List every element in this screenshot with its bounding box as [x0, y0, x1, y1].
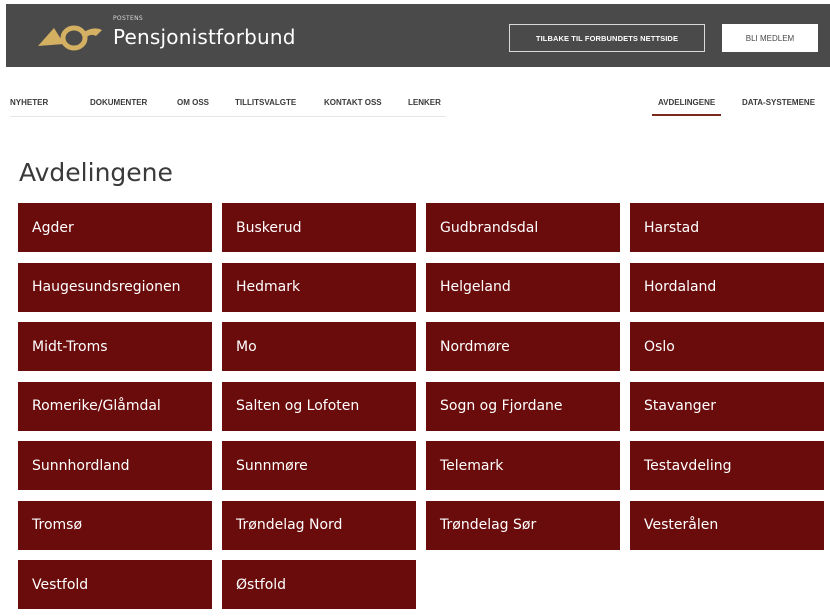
department-tile[interactable]: Stavanger — [630, 381, 824, 431]
department-tile[interactable]: Salten og Lofoten — [222, 381, 416, 431]
department-tile[interactable]: Sogn og Fjordane — [426, 381, 620, 431]
department-tile[interactable]: Sunnmøre — [222, 441, 416, 490]
department-tile[interactable]: Agder — [18, 203, 212, 252]
department-tile[interactable]: Trøndelag Nord — [222, 500, 416, 550]
brand-name[interactable]: Pensjonistforbund — [113, 25, 296, 49]
department-tile[interactable]: Haugesundsregionen — [18, 262, 212, 312]
department-tile[interactable]: Vesterålen — [630, 500, 824, 550]
department-tile[interactable]: Oslo — [630, 322, 824, 371]
department-tile[interactable]: Midt-Troms — [18, 322, 212, 371]
secondary-nav: AVDELINGENE DATA-SYSTEMENE — [651, 98, 830, 116]
top-bar: POSTENS Pensjonistforbund TILBAKE TIL FO… — [6, 4, 830, 67]
nav-item-om-oss[interactable]: OM OSS — [177, 98, 209, 107]
department-tile[interactable]: Helgeland — [426, 262, 620, 312]
department-tile[interactable]: Nordmøre — [426, 322, 620, 371]
department-tile[interactable]: Tromsø — [18, 500, 212, 550]
department-tile[interactable]: Telemark — [426, 441, 620, 490]
department-tile[interactable]: Østfold — [222, 560, 416, 609]
main-nav: NYHETER DOKUMENTER OM OSS TILLITSVALGTE … — [10, 98, 446, 117]
department-tile[interactable]: Vestfold — [18, 560, 212, 609]
department-tile[interactable]: Romerike/Glåmdal — [18, 381, 212, 431]
nav-item-dokumenter[interactable]: DOKUMENTER — [90, 98, 147, 107]
nav-item-kontakt-oss[interactable]: KONTAKT OSS — [324, 98, 382, 107]
department-tile[interactable]: Testavdeling — [630, 441, 824, 490]
posthorn-logo-icon[interactable] — [34, 24, 104, 52]
nav-item-avdelingene[interactable]: AVDELINGENE — [651, 98, 722, 116]
nav-item-lenker[interactable]: LENKER — [408, 98, 441, 107]
nav-item-tillitsvalgte[interactable]: TILLITSVALGTE — [235, 98, 296, 107]
brand-prefix: POSTENS — [113, 15, 144, 22]
department-tile[interactable]: Mo — [222, 322, 416, 371]
department-tile[interactable]: Harstad — [630, 203, 824, 252]
department-tile[interactable]: Trøndelag Sør — [426, 500, 620, 550]
join-button[interactable]: BLI MEDLEM — [722, 24, 818, 52]
nav-item-data-systemene[interactable]: DATA-SYSTEMENE — [742, 98, 815, 107]
department-tile[interactable]: Buskerud — [222, 203, 416, 252]
department-tile[interactable]: Gudbrandsdal — [426, 203, 620, 252]
department-tile[interactable]: Hedmark — [222, 262, 416, 312]
back-to-main-site-button[interactable]: TILBAKE TIL FORBUNDETS NETTSIDE — [509, 24, 705, 52]
page-title: Avdelingene — [19, 158, 173, 187]
department-tile[interactable]: Hordaland — [630, 262, 824, 312]
nav-item-nyheter[interactable]: NYHETER — [10, 98, 48, 107]
department-tile[interactable]: Sunnhordland — [18, 441, 212, 490]
